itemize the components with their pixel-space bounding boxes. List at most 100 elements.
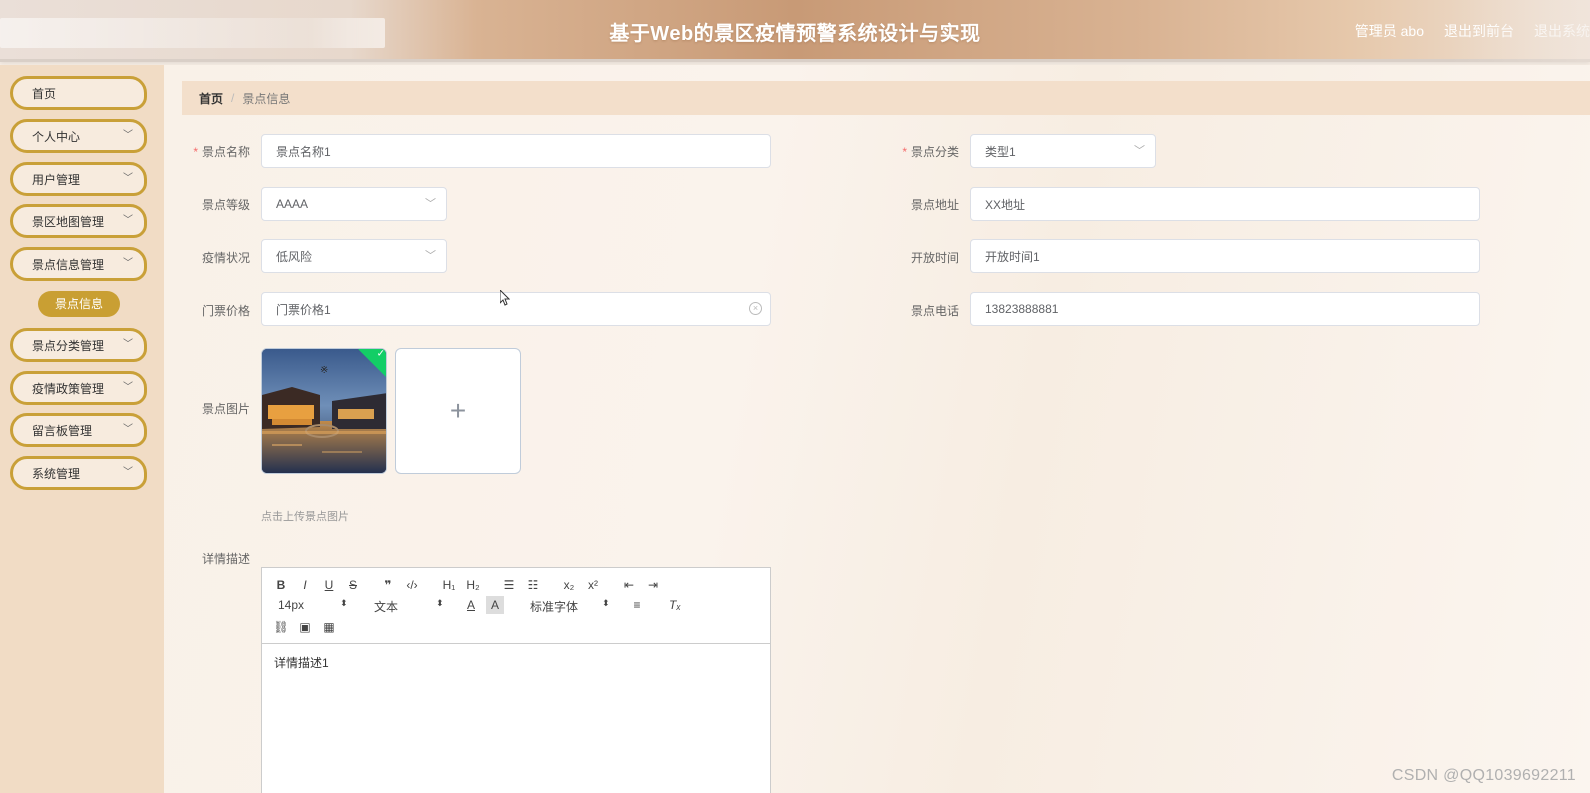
level-select[interactable]: AAAA ﹀ <box>261 187 447 221</box>
font-size-select[interactable]: 14px ⬍ <box>278 598 352 612</box>
address-input[interactable]: XX地址 <box>970 187 1480 221</box>
video-icon[interactable]: ▦ <box>320 618 338 636</box>
sidebar-item-messages[interactable]: 留言板管理 ﹀ <box>10 413 147 447</box>
header-links: 管理员 abo 退出到前台 退出系统 <box>1355 21 1590 41</box>
bullet-list-icon[interactable]: ☷ <box>524 576 542 594</box>
chevron-down-icon: ﹀ <box>123 173 133 184</box>
background-color-icon[interactable]: A <box>486 596 504 614</box>
chevron-down-icon: ﹀ <box>123 215 133 226</box>
heading-1-icon[interactable]: H₁ <box>439 576 459 594</box>
chevron-down-icon: ﹀ <box>123 467 133 478</box>
clear-format-icon[interactable]: Tₓ <box>666 596 684 614</box>
name-label: * 景点名称 <box>193 145 250 159</box>
sidebar-item-label: 疫情政策管理 <box>32 381 105 396</box>
breadcrumb-current: 景点信息 <box>242 91 291 106</box>
price-label: 门票价格 <box>201 304 250 318</box>
open-time-label: 开放时间 <box>910 251 959 265</box>
chevron-down-icon: ﹀ <box>123 382 133 393</box>
code-block-icon[interactable]: ‹/› <box>403 576 421 594</box>
phone-label: 景点电话 <box>910 304 959 318</box>
sidebar-item-category[interactable]: 景点分类管理 ﹀ <box>10 328 147 362</box>
page-title: 基于Web的景区疫情预警系统设计与实现 <box>609 23 981 45</box>
sidebar-item-label: 用户管理 <box>32 172 81 187</box>
top-header: 基于Web的景区疫情预警系统设计与实现 管理员 abo 退出到前台 退出系统 <box>0 0 1590 62</box>
updown-icon: ⬍ <box>602 598 610 608</box>
italic-icon[interactable]: I <box>296 576 314 594</box>
clear-icon[interactable]: × <box>749 302 762 315</box>
uploaded-image-thumbnail[interactable]: ※ ✓ <box>261 348 387 474</box>
chevron-down-icon: ﹀ <box>123 339 133 350</box>
strikethrough-icon[interactable]: S <box>344 576 362 594</box>
breadcrumb: 首页 / 景点信息 <box>182 81 1590 115</box>
category-label: * 景点分类 <box>902 145 959 159</box>
sidebar-item-profile[interactable]: 个人中心 ﹀ <box>10 119 147 153</box>
name-input[interactable]: 景点名称1 <box>261 134 771 168</box>
breadcrumb-home[interactable]: 首页 <box>199 90 223 107</box>
font-family-select[interactable]: 标准字体 ⬍ <box>530 598 610 615</box>
link-icon[interactable]: ⛓ <box>272 618 290 636</box>
main-content: 首页 / 景点信息 * 景点名称 景点名称1 * 景点分类 类型1 ﹀ 景点等级 A… <box>164 65 1590 793</box>
detail-label: 详情描述 <box>201 552 250 566</box>
address-label: 景点地址 <box>910 198 959 212</box>
chevron-down-icon: ﹀ <box>123 130 133 141</box>
align-icon[interactable]: ≡ <box>628 596 646 614</box>
open-time-input[interactable]: 开放时间1 <box>970 239 1480 273</box>
sidebar-item-label: 留言板管理 <box>32 423 93 438</box>
required-mark: * <box>193 145 198 159</box>
sidebar-item-home[interactable]: 首页 <box>10 76 147 110</box>
watermark: CSDN @QQ1039692211 <box>1391 767 1576 784</box>
exit-front-link[interactable]: 退出到前台 <box>1444 21 1514 41</box>
chevron-down-icon: ﹀ <box>1134 145 1145 157</box>
sidebar-item-map[interactable]: 景区地图管理 ﹀ <box>10 204 147 238</box>
scenic-photo-image: ※ <box>262 349 386 473</box>
image-label: 景点图片 <box>201 402 250 416</box>
font-color-icon[interactable]: A <box>462 596 480 614</box>
updown-icon: ⬍ <box>340 598 348 608</box>
mouse-cursor-icon <box>500 290 510 306</box>
phone-input[interactable]: 13823888881 <box>970 292 1480 326</box>
editor-toolbar: B I U S ❞ ‹/› H₁ H₂ ☰ ☷ x₂ x² ⇤ ⇥ 14px ⬍ … <box>262 568 770 644</box>
sidebar-item-label: 系统管理 <box>32 466 81 481</box>
sidebar-item-system[interactable]: 系统管理 ﹀ <box>10 456 147 490</box>
sidebar-item-label: 首页 <box>32 86 57 101</box>
chevron-down-icon: ﹀ <box>123 424 133 435</box>
level-label: 景点等级 <box>201 198 250 212</box>
exit-system-link[interactable]: 退出系统 <box>1534 21 1590 41</box>
plus-icon: + <box>449 395 467 426</box>
sidebar-item-label: 景点信息管理 <box>32 257 105 272</box>
heading-2-icon[interactable]: H₂ <box>463 576 483 594</box>
sidebar-item-label: 景点分类管理 <box>32 338 105 353</box>
admin-label: 管理员 abo <box>1354 23 1424 39</box>
sidebar-item-label: 景区地图管理 <box>32 214 105 229</box>
bold-icon[interactable]: B <box>272 576 290 594</box>
outdent-icon[interactable]: ⇤ <box>620 576 638 594</box>
sidebar: 首页 个人中心 ﹀ 用户管理 ﹀ 景区地图管理 ﹀ 景点信息管理 ﹀ 景点信息 … <box>0 65 164 793</box>
required-mark: * <box>902 145 907 159</box>
indent-icon[interactable]: ⇥ <box>644 576 662 594</box>
sidebar-item-spot-info[interactable]: 景点信息管理 ﹀ <box>10 247 147 281</box>
blockquote-icon[interactable]: ❞ <box>379 576 397 594</box>
ordered-list-icon[interactable]: ☰ <box>500 576 518 594</box>
svg-text:※: ※ <box>320 365 328 376</box>
sidebar-item-label: 个人中心 <box>32 129 81 144</box>
chevron-down-icon: ﹀ <box>425 250 436 262</box>
underline-icon[interactable]: U <box>320 576 338 594</box>
subscript-icon[interactable]: x₂ <box>560 576 578 594</box>
category-select[interactable]: 类型1 ﹀ <box>970 134 1156 168</box>
breadcrumb-separator: / <box>231 91 235 105</box>
epidemic-select[interactable]: 低风险 ﹀ <box>261 239 447 273</box>
add-image-button[interactable]: + <box>395 348 521 474</box>
upload-tip: 点击上传景点图片 <box>261 511 349 523</box>
check-icon: ✓ <box>376 348 385 360</box>
chevron-down-icon: ﹀ <box>123 258 133 269</box>
sidebar-item-policy[interactable]: 疫情政策管理 ﹀ <box>10 371 147 405</box>
superscript-icon[interactable]: x² <box>584 576 602 594</box>
editor-content[interactable]: 详情描述1 <box>262 644 770 681</box>
chevron-down-icon: ﹀ <box>425 198 436 210</box>
image-icon[interactable]: ▣ <box>296 618 314 636</box>
paragraph-select[interactable]: 文本 ⬍ <box>374 598 448 615</box>
price-input[interactable]: 门票价格1 × <box>261 292 771 326</box>
sidebar-subitem-spot-info[interactable]: 景点信息 <box>38 291 120 317</box>
updown-icon: ⬍ <box>436 598 444 608</box>
sidebar-item-users[interactable]: 用户管理 ﹀ <box>10 162 147 196</box>
